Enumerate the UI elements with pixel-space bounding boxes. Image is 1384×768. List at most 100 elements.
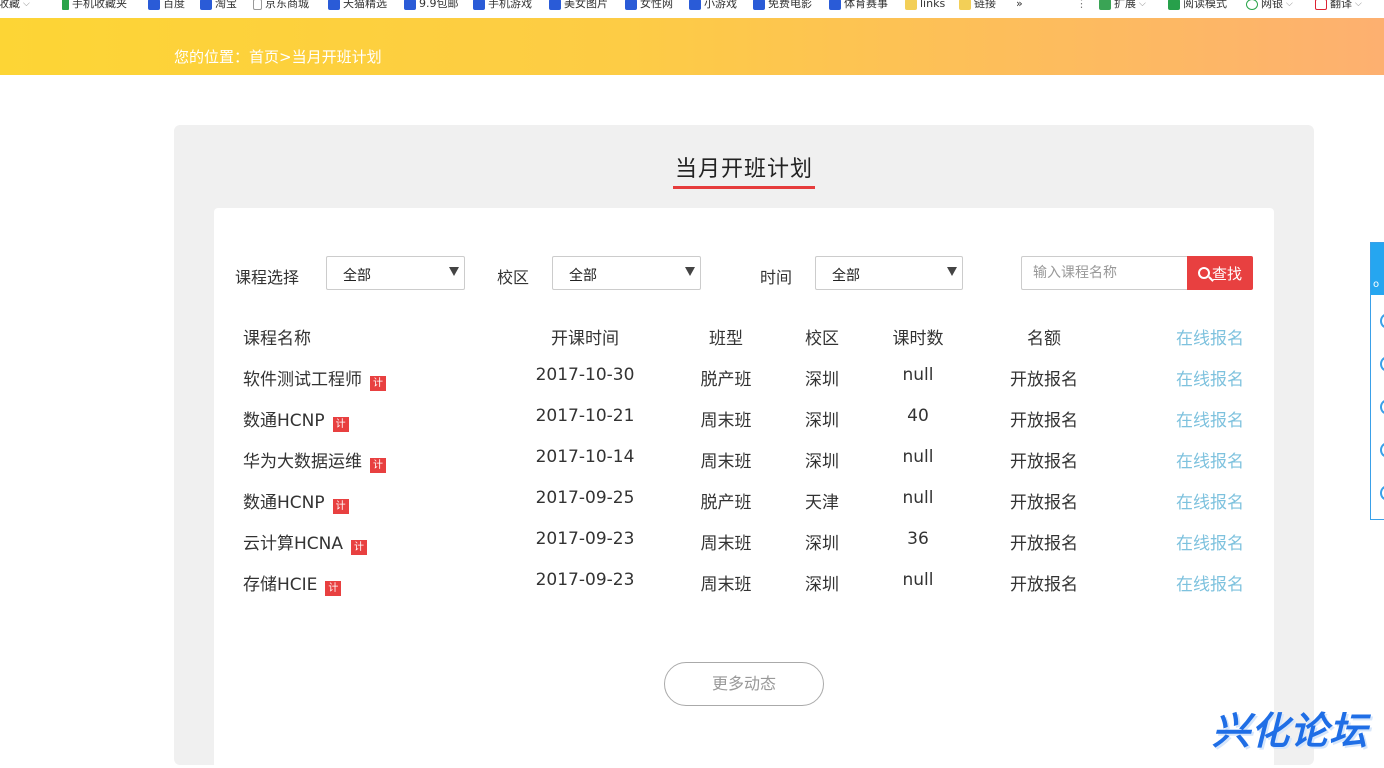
fav-item-minigames[interactable]: 小游戏 (689, 0, 737, 10)
table-header: 课程名称 开课时间 班型 校区 课时数 名额 在线报名 (214, 316, 1274, 357)
course-name[interactable]: 数通HCNP (243, 493, 325, 513)
quota: 开放报名 (1010, 493, 1078, 513)
start-date: 2017-10-14 (535, 447, 635, 467)
more-dots-icon[interactable]: ⋮ (1076, 0, 1087, 10)
paw-icon (148, 0, 160, 10)
table-row: 软件测试工程师计 2017-10-30 脱产班 深圳 null 开放报名 在线报… (214, 357, 1274, 398)
header-time: 开课时间 (551, 329, 619, 349)
campus: 深圳 (805, 534, 839, 554)
campus-filter-label: 校区 (497, 268, 530, 287)
start-date: 2017-09-23 (535, 570, 635, 590)
dropdown-arrow-icon (685, 267, 695, 276)
site-watermark: 兴化论坛 (1212, 709, 1369, 753)
extensions-button[interactable]: 扩展 ⌵ (1099, 0, 1146, 10)
paw-icon (200, 0, 212, 10)
campus: 深圳 (805, 452, 839, 472)
fav-item-tmall[interactable]: 天猫精选 (328, 0, 387, 10)
enroll-link[interactable]: 在线报名 (1176, 406, 1244, 431)
phone-icon (62, 0, 69, 10)
chevron-down-icon: ⌵ (1286, 0, 1293, 9)
dropdown-arrow-icon (449, 267, 459, 276)
translate-icon (1315, 0, 1327, 10)
plan-tag: 计 (370, 376, 386, 391)
breadcrumb[interactable]: 您的位置：首页>当月开班计划 (174, 46, 382, 67)
course-name[interactable]: 软件测试工程师 (243, 370, 362, 390)
doc-icon (253, 0, 262, 10)
paw-icon (549, 0, 561, 10)
fav-item-movies[interactable]: 免费电影 (753, 0, 812, 10)
online-bank-button[interactable]: 网银 ⌵ (1246, 0, 1293, 10)
hours: 40 (907, 406, 929, 426)
course-name[interactable]: 数通HCNP (243, 411, 325, 431)
plan-tag: 计 (332, 499, 349, 514)
fav-item-baidu[interactable]: 百度 (148, 0, 185, 10)
course-name[interactable]: 云计算HCNA (243, 534, 343, 554)
fav-item-female[interactable]: 女性网 (625, 0, 673, 10)
header-action[interactable]: 在线报名 (1176, 324, 1244, 349)
plan-tag: 计 (370, 458, 386, 473)
course-name[interactable]: 华为大数据运维 (243, 452, 362, 472)
hours: null (902, 365, 934, 385)
service-icon[interactable] (1380, 313, 1384, 329)
fav-more-button[interactable]: » (1016, 0, 1023, 10)
reading-mode-button[interactable]: 阅读模式 (1168, 0, 1227, 10)
fav-item-jd[interactable]: 京东商城 (253, 0, 309, 10)
enroll-link[interactable]: 在线报名 (1176, 365, 1244, 390)
chevron-down-icon: ⌵ (1139, 0, 1146, 9)
fav-item-taobao[interactable]: 淘宝 (200, 0, 237, 10)
course-filter-label: 课程选择 (235, 268, 300, 287)
fav-item-99[interactable]: 9.9包邮 (404, 0, 459, 10)
favorites-bar: 收藏 ⌵ 手机收藏夹 百度 淘宝 京东商城 天猫精选 9.9包邮 手机游戏 美女图… (0, 0, 1384, 14)
service-icon[interactable] (1380, 442, 1384, 458)
campus-select[interactable]: 全部 (552, 256, 701, 290)
course-name[interactable]: 存储HCIE (243, 575, 317, 595)
campus: 深圳 (805, 370, 839, 390)
enroll-link[interactable]: 在线报名 (1176, 447, 1244, 472)
class-type: 脱产班 (700, 493, 752, 513)
bank-icon (1246, 0, 1258, 10)
hours: 36 (907, 529, 929, 549)
favorites-menu[interactable]: 收藏 ⌵ (0, 0, 30, 10)
widget-header[interactable]: o (1371, 243, 1384, 295)
quota: 开放报名 (1010, 575, 1078, 595)
time-filter-label: 时间 (760, 268, 793, 287)
folder-icon (959, 0, 971, 10)
extension-icon (1099, 0, 1111, 10)
floating-service-widget[interactable]: o (1370, 242, 1384, 520)
service-icon[interactable] (1380, 356, 1384, 372)
quota: 开放报名 (1010, 534, 1078, 554)
search-icon (1197, 267, 1210, 279)
quota: 开放报名 (1010, 452, 1078, 472)
paw-icon (328, 0, 340, 10)
header-campus: 校区 (805, 329, 839, 349)
paw-icon (404, 0, 416, 10)
enroll-link[interactable]: 在线报名 (1176, 570, 1244, 595)
fav-item-mobile-games[interactable]: 手机游戏 (473, 0, 532, 10)
search-input[interactable] (1021, 256, 1187, 290)
time-select[interactable]: 全部 (815, 256, 963, 290)
table-row: 数通HCNP 计 2017-10-21 周末班 深圳 40 开放报名 在线报名 (214, 398, 1274, 439)
fav-item-links-cn[interactable]: 链接 (959, 0, 996, 10)
campus: 深圳 (805, 411, 839, 431)
class-type: 周末班 (700, 534, 752, 554)
fav-item-links[interactable]: links (905, 0, 945, 10)
enroll-link[interactable]: 在线报名 (1176, 488, 1244, 513)
service-icon[interactable] (1380, 485, 1384, 501)
header-type: 班型 (709, 329, 743, 349)
quota: 开放报名 (1010, 370, 1078, 390)
header-quota: 名额 (1027, 329, 1061, 349)
header-name: 课程名称 (243, 329, 311, 349)
more-news-button[interactable]: 更多动态 (664, 662, 824, 706)
table-row: 云计算HCNA 计 2017-09-23 周末班 深圳 36 开放报名 在线报名 (214, 521, 1274, 562)
translate-button[interactable]: 翻译 ⌵ (1315, 0, 1362, 10)
search-button[interactable]: 查找 (1187, 256, 1253, 290)
enroll-link[interactable]: 在线报名 (1176, 529, 1244, 554)
chevron-down-icon: ⌵ (23, 0, 30, 9)
dropdown-arrow-icon (947, 267, 957, 276)
fav-item-sports[interactable]: 体育赛事 (829, 0, 888, 10)
fav-item-mobile[interactable]: 手机收藏夹 (62, 0, 127, 10)
service-icon[interactable] (1380, 399, 1384, 415)
fav-item-pictures[interactable]: 美女图片 (549, 0, 608, 10)
course-select[interactable]: 全部 (326, 256, 465, 290)
plan-tag: 计 (325, 581, 342, 596)
